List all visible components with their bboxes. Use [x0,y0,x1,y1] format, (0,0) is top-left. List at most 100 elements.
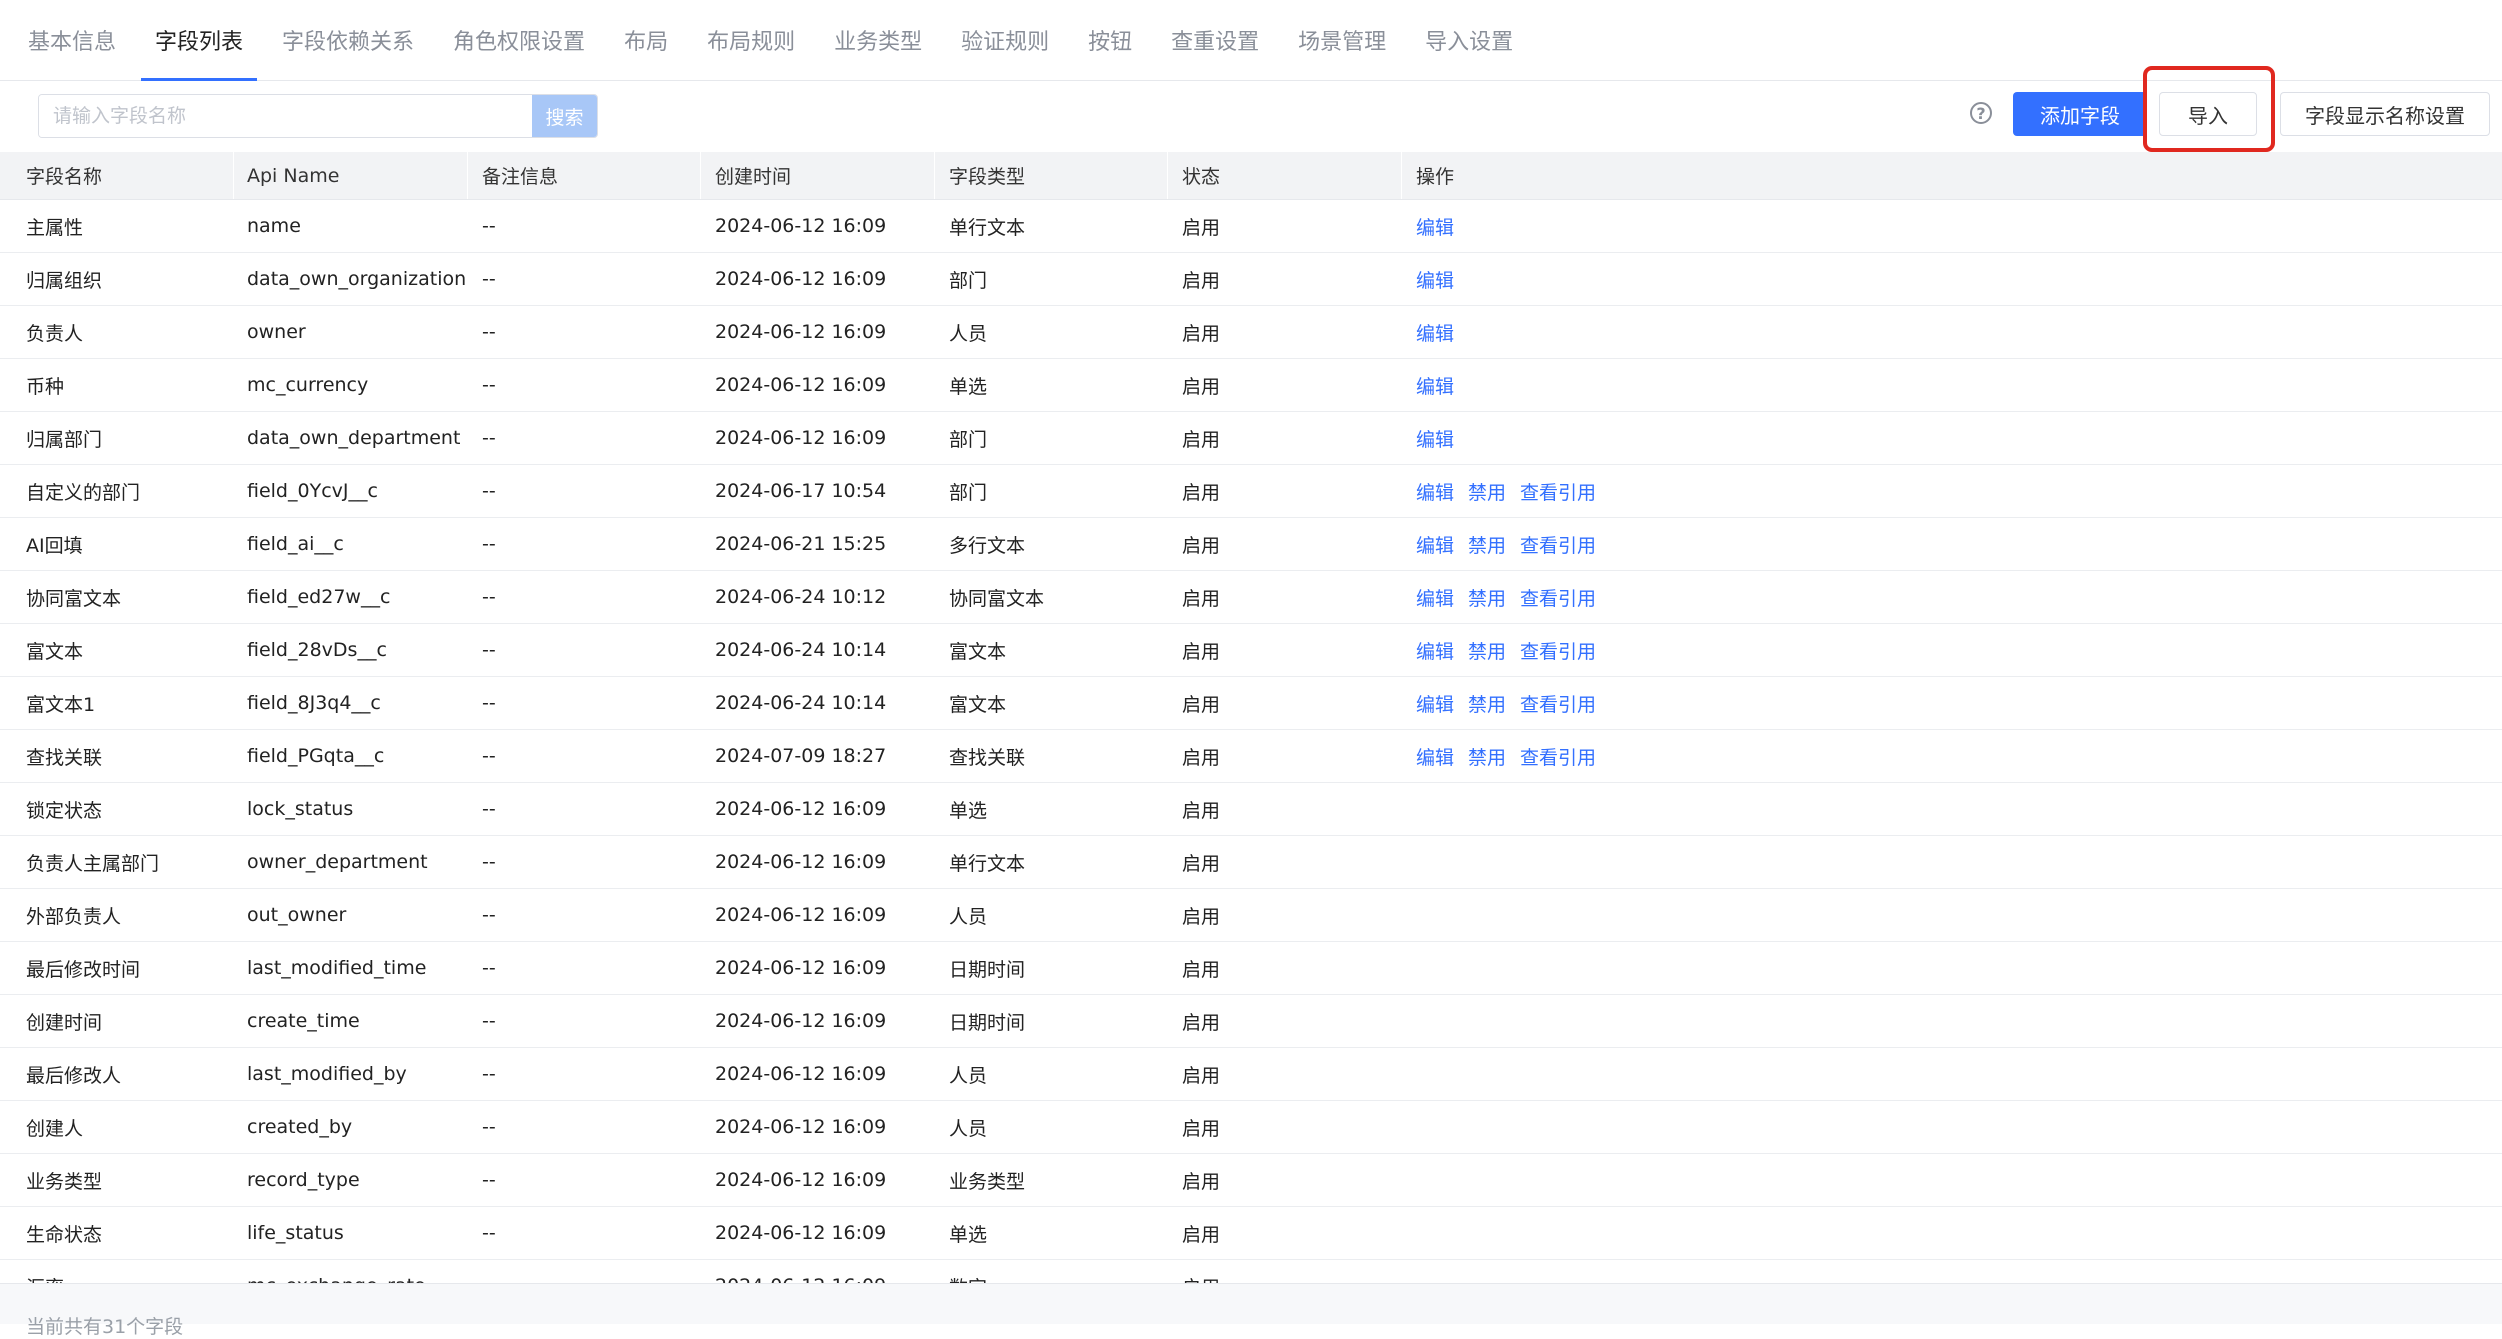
cell-note: -- [482,904,496,926]
table-row: 最后修改时间 last_modified_time -- 2024-06-12 16:… [0,942,2502,995]
table-row: 创建人 created_by -- 2024-06-12 16:09 人员 启用 [0,1101,2502,1154]
field-display-name-settings-button[interactable]: 字段显示名称设置 [2280,92,2490,136]
edit-link[interactable]: 编辑 [1416,213,1454,240]
header-divider [700,152,701,199]
edit-link[interactable]: 编辑 [1416,372,1454,399]
tab-5[interactable]: 布局规则 [693,0,809,80]
cell-field-type: 富文本 [949,693,1007,716]
cell-note: -- [482,533,496,555]
cell-api-name: last_modified_by [247,1063,407,1085]
edit-link[interactable]: 编辑 [1416,743,1454,770]
tab-1[interactable]: 字段列表 [141,0,258,81]
tab-9[interactable]: 查重设置 [1157,0,1273,80]
table-row: 外部负责人 out_owner -- 2024-06-12 16:09 人员 启用 [0,889,2502,942]
view-references-link[interactable]: 查看引用 [1520,584,1596,611]
tab-0[interactable]: 基本信息 [14,0,130,80]
cell-created-time: 2024-06-24 10:14 [715,639,887,661]
search-button[interactable]: 搜索 [532,95,597,137]
view-references-link[interactable]: 查看引用 [1520,690,1596,717]
header-divider [233,152,234,199]
view-references-link[interactable]: 查看引用 [1520,531,1596,558]
tab-2[interactable]: 字段依赖关系 [268,0,428,80]
table-row: AI回填 field_ai__c -- 2024-06-21 15:25 多行文本 启用 编… [0,518,2502,571]
cell-status: 启用 [1182,1117,1221,1140]
view-references-link[interactable]: 查看引用 [1520,637,1596,664]
disable-link[interactable]: 禁用 [1468,743,1506,770]
disable-link[interactable]: 禁用 [1468,584,1506,611]
disable-link[interactable]: 禁用 [1468,690,1506,717]
cell-created-time: 2024-06-12 16:09 [715,1169,887,1191]
cell-api-name: field_8J3q4__c [247,692,381,714]
table-row: 查找关联 field_PGqta__c -- 2024-07-09 18:27 查找关联… [0,730,2502,783]
cell-created-time: 2024-06-12 16:09 [715,215,887,237]
add-field-button[interactable]: 添加字段 [2013,92,2147,136]
cell-note: -- [482,639,496,661]
cell-api-name: data_own_organization [247,268,467,290]
edit-link[interactable]: 编辑 [1416,319,1454,346]
cell-status: 启用 [1182,746,1221,769]
cell-field-name: 协同富文本 [26,587,122,610]
cell-note: -- [482,1222,496,1244]
tab-8[interactable]: 按钮 [1074,0,1146,80]
tab-6[interactable]: 业务类型 [820,0,936,80]
edit-link[interactable]: 编辑 [1416,690,1454,717]
edit-link[interactable]: 编辑 [1416,531,1454,558]
cell-note: -- [482,1169,496,1191]
edit-link[interactable]: 编辑 [1416,584,1454,611]
edit-link[interactable]: 编辑 [1416,478,1454,505]
edit-link[interactable]: 编辑 [1416,425,1454,452]
cell-note: -- [482,957,496,979]
cell-created-time: 2024-07-09 18:27 [715,745,887,767]
tab-3[interactable]: 角色权限设置 [439,0,599,80]
cell-api-name: field_PGqta__c [247,745,385,767]
cell-created-time: 2024-06-12 16:09 [715,374,887,396]
tab-4[interactable]: 布局 [610,0,682,80]
search-input[interactable] [39,95,532,137]
cell-field-type: 单行文本 [949,216,1026,239]
cell-note: -- [482,321,496,343]
cell-note: -- [482,268,496,290]
cell-field-name: 锁定状态 [26,799,103,822]
view-references-link[interactable]: 查看引用 [1520,743,1596,770]
cell-field-type: 日期时间 [949,958,1026,981]
view-references-link[interactable]: 查看引用 [1520,478,1596,505]
cell-created-time: 2024-06-12 16:09 [715,321,887,343]
cell-api-name: last_modified_time [247,957,427,979]
cell-created-time: 2024-06-12 16:09 [715,1222,887,1244]
cell-note: -- [482,1260,496,1283]
cell-field-name: 富文本1 [26,693,96,716]
cell-field-name: 汇率 [26,1260,64,1284]
edit-link[interactable]: 编辑 [1416,637,1454,664]
cell-field-type: 业务类型 [949,1170,1026,1193]
disable-link[interactable]: 禁用 [1468,637,1506,664]
disable-link[interactable]: 禁用 [1468,531,1506,558]
tab-10[interactable]: 场景管理 [1284,0,1400,80]
cell-status: 启用 [1182,905,1221,928]
cell-field-type: 富文本 [949,640,1007,663]
tab-11[interactable]: 导入设置 [1411,0,1527,80]
table-row: 币种 mc_currency -- 2024-06-12 16:09 单选 启用 编辑 [0,359,2502,412]
cell-field-name: 负责人主属部门 [26,852,160,875]
cell-api-name: mc_currency [247,374,369,396]
cell-field-type: 部门 [949,269,988,292]
cell-status: 启用 [1182,216,1221,239]
tab-7[interactable]: 验证规则 [947,0,1063,80]
cell-note: -- [482,586,496,608]
cell-status: 启用 [1182,693,1221,716]
cell-created-time: 2024-06-12 16:09 [715,851,887,873]
cell-field-type: 协同富文本 [949,587,1045,610]
table-row: 生命状态 life_status -- 2024-06-12 16:09 单选 启用 [0,1207,2502,1260]
cell-note: -- [482,427,496,449]
cell-actions: 编辑 禁用 查看引用 [1416,571,1596,623]
question-circle-icon[interactable]: ? [1970,102,1992,124]
cell-created-time: 2024-06-21 15:25 [715,533,887,555]
cell-created-time: 2024-06-24 10:12 [715,586,887,608]
cell-field-name: 生命状态 [26,1223,103,1246]
import-button[interactable]: 导入 [2159,92,2257,136]
cell-status: 启用 [1182,1223,1221,1246]
disable-link[interactable]: 禁用 [1468,478,1506,505]
cell-created-time: 2024-06-12 16:09 [715,427,887,449]
cell-field-type: 日期时间 [949,1011,1026,1034]
table-row: 锁定状态 lock_status -- 2024-06-12 16:09 单选 启用 [0,783,2502,836]
edit-link[interactable]: 编辑 [1416,266,1454,293]
